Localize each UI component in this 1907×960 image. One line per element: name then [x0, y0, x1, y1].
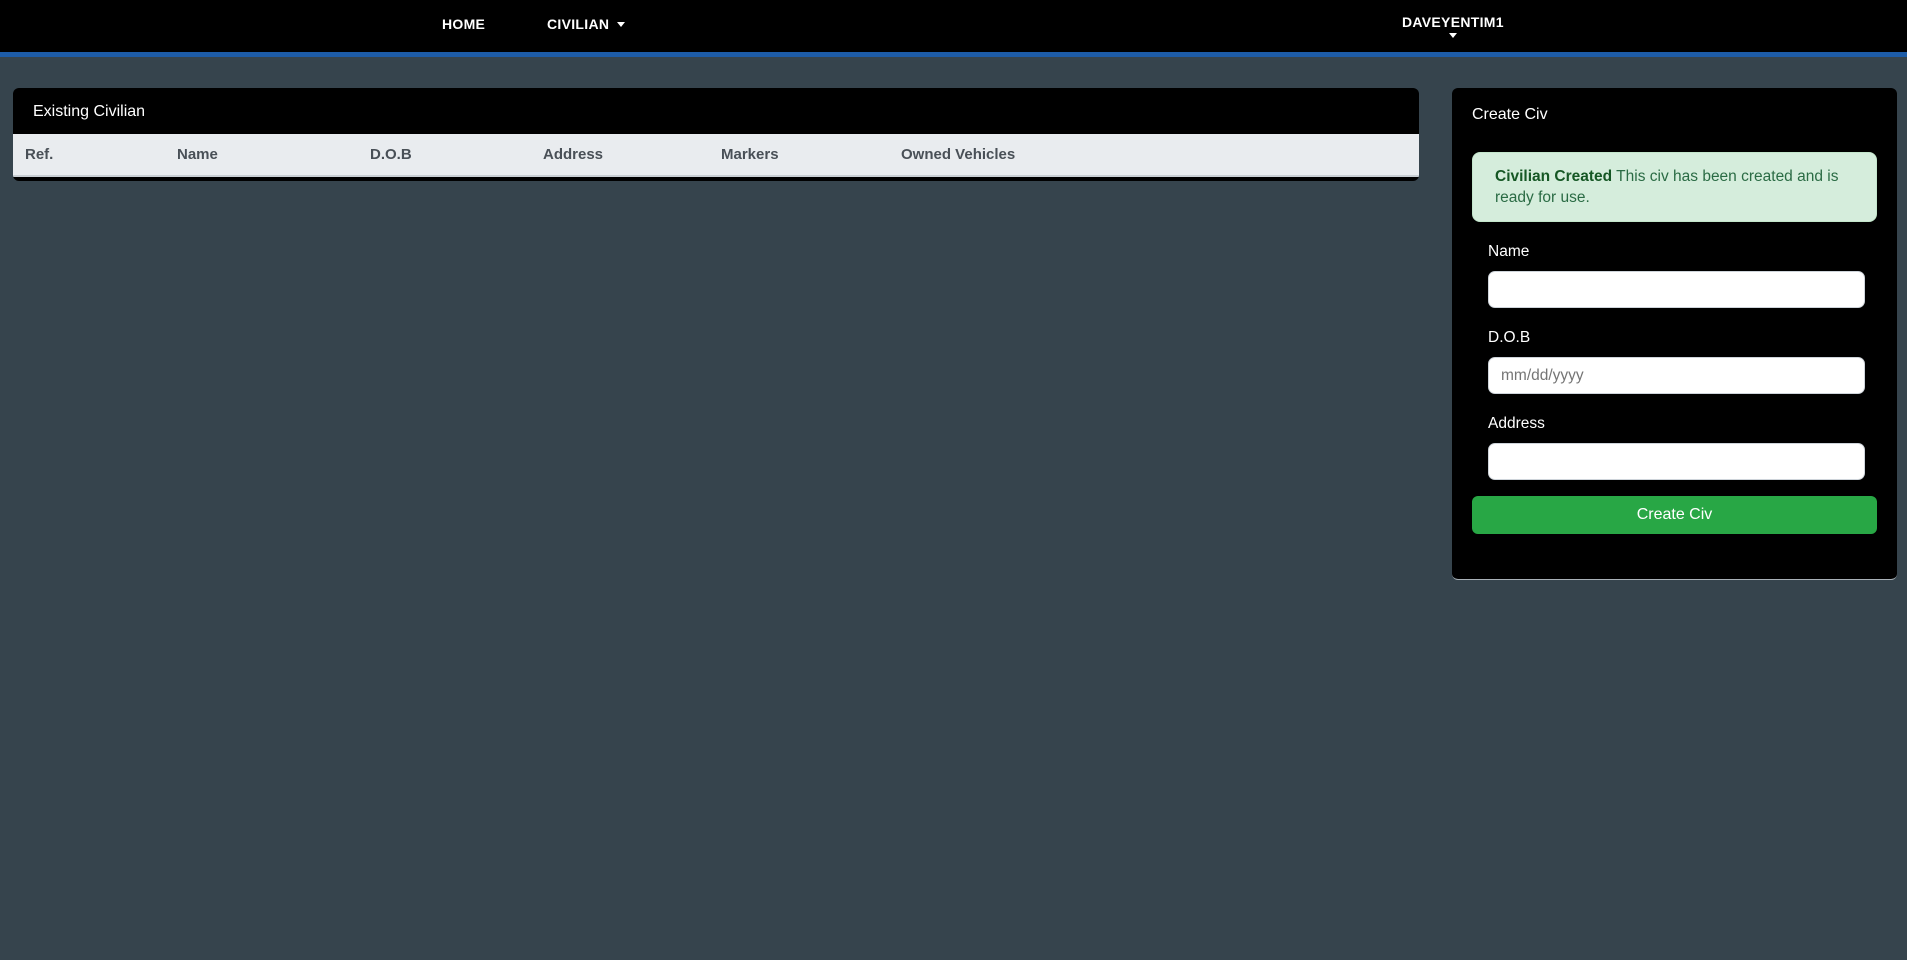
existing-civilian-title: Existing Civilian	[33, 103, 146, 120]
page-background: { "navbar": { "home_label": "HOME", "civ…	[0, 0, 1907, 960]
alert-title: Civilian Created	[1495, 168, 1613, 185]
civilian-created-alert: Civilian Created This civ has been creat…	[1472, 152, 1877, 222]
address-field[interactable]	[1488, 443, 1865, 480]
civilian-table: Ref. Name D.O.B Address Markers Owned Ve…	[13, 134, 1419, 177]
name-field[interactable]	[1488, 271, 1865, 308]
create-civ-title: Create Civ	[1472, 106, 1548, 123]
column-header-name: Name	[165, 134, 358, 177]
create-civ-form: Name D.O.B Address	[1488, 243, 1865, 480]
dob-label: D.O.B	[1488, 329, 1531, 346]
column-header-owned-vehicles: Owned Vehicles	[889, 134, 1419, 177]
chevron-down-icon	[617, 21, 626, 27]
column-header-address: Address	[531, 134, 709, 177]
existing-civilian-panel: Existing Civilian Ref. Name D.O.B Addres…	[13, 88, 1419, 181]
nav-item-home[interactable]: HOME	[442, 16, 485, 32]
name-label: Name	[1488, 243, 1530, 260]
nav-item-civilian-dropdown[interactable]: CIVILIAN	[547, 16, 626, 32]
civilian-table-header-row: Ref. Name D.O.B Address Markers Owned Ve…	[13, 134, 1419, 177]
create-civ-button[interactable]: Create Civ	[1472, 496, 1877, 534]
create-civ-panel: Create Civ Civilian Created This civ has…	[1452, 88, 1897, 580]
chevron-down-icon	[1448, 33, 1457, 38]
top-navbar: HOME CIVILIAN DAVEYENTIM1	[0, 0, 1907, 57]
dob-field[interactable]	[1488, 357, 1865, 394]
nav-item-user-label: DAVEYENTIM1	[1402, 14, 1504, 30]
nav-item-civilian-label: CIVILIAN	[547, 16, 610, 32]
column-header-dob: D.O.B	[358, 134, 531, 177]
column-header-ref: Ref.	[13, 134, 165, 177]
nav-item-user-dropdown[interactable]: DAVEYENTIM1	[1402, 14, 1504, 38]
address-label: Address	[1488, 415, 1545, 432]
column-header-markers: Markers	[709, 134, 889, 177]
